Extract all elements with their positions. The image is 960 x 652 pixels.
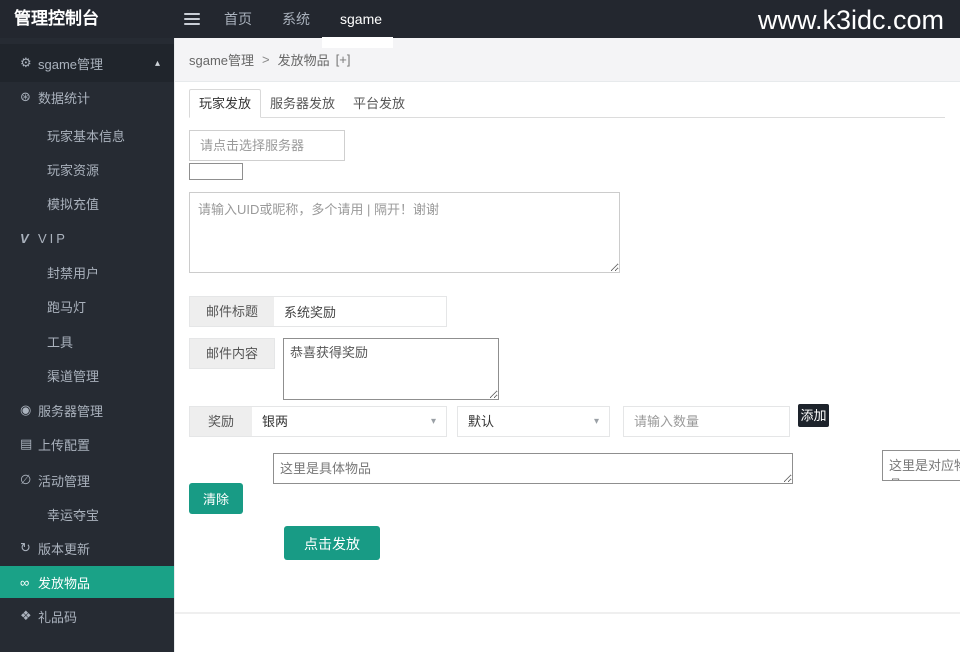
mail-title-input[interactable] xyxy=(274,296,447,327)
sidebar-item-data-stats[interactable]: ⊛ 数据统计 xyxy=(0,80,174,114)
sidebar-item-lucky-treasure[interactable]: 幸运夺宝 xyxy=(0,497,174,531)
sidebar-item-channel-manage[interactable]: 渠道管理 xyxy=(0,358,174,392)
top-navigation: 首页 系统 sgame xyxy=(184,0,412,38)
sidebar-item-upload-config[interactable]: ▤ 上传配置 xyxy=(0,427,174,461)
breadcrumb: sgame管理 > 发放物品 [+] xyxy=(175,38,960,82)
reward-type-value: 银两 xyxy=(262,414,289,429)
topnav-item-home[interactable]: 首页 xyxy=(224,9,252,29)
link-icon: ∞ xyxy=(20,574,30,590)
sidebar-item-ban-users[interactable]: 封禁用户 xyxy=(0,255,174,289)
sidebar-item-server-manage[interactable]: ◉ 服务器管理 xyxy=(0,393,174,427)
sidebar-item-gift-code[interactable]: ❖ 礼品码 xyxy=(0,600,174,632)
mini-input[interactable] xyxy=(189,163,243,180)
watermark-text: www.k3idc.com xyxy=(757,5,944,35)
mapped-items-textarea[interactable] xyxy=(882,450,960,481)
stats-icon: ⊛ xyxy=(20,89,31,104)
sidebar: ⚙ sgame管理 ▴ ⊛ 数据统计 玩家基本信息 玩家资源 模拟充值 V VI… xyxy=(0,38,174,652)
mail-content-textarea[interactable]: 恭喜获得奖励 xyxy=(283,338,499,400)
active-nav-indicator xyxy=(322,37,393,48)
quantity-input[interactable] xyxy=(623,406,790,437)
chevron-down-icon: ▾ xyxy=(593,416,599,427)
reward-sub-value: 默认 xyxy=(468,414,495,429)
chevron-down-icon: ▾ xyxy=(430,416,436,427)
tab-player-issue[interactable]: 玩家发放 xyxy=(189,89,262,118)
chevron-up-icon: ▴ xyxy=(154,57,160,69)
breadcrumb-separator: > xyxy=(262,52,270,67)
sidebar-item-issue-items[interactable]: ∞ 发放物品 xyxy=(0,566,174,598)
sidebar-section-sgame-manage[interactable]: ⚙ sgame管理 ▴ xyxy=(0,44,174,82)
server-select-input[interactable] xyxy=(189,130,345,161)
refresh-icon: ↻ xyxy=(20,540,31,555)
mail-content-label: 邮件内容 xyxy=(189,338,275,369)
app-logo: 管理控制台 xyxy=(14,9,99,28)
admin-console-screen: 管理控制台 首页 系统 sgame www.k3idc.com ⚙ sgame管… xyxy=(0,0,960,652)
uid-textarea[interactable] xyxy=(189,192,620,273)
vip-icon: V xyxy=(20,230,29,246)
breadcrumb-add-button[interactable]: [+] xyxy=(336,52,351,67)
reward-sub-select[interactable]: 默认 ▾ xyxy=(457,406,610,437)
gear-icon: ⚙ xyxy=(20,55,32,70)
gift-icon: ❖ xyxy=(20,608,32,623)
tab-platform-issue[interactable]: 平台发放 xyxy=(344,90,414,117)
topbar: 管理控制台 首页 系统 sgame www.k3idc.com xyxy=(0,0,960,38)
sidebar-item-version-update[interactable]: ↻ 版本更新 xyxy=(0,531,174,565)
tab-bar: 玩家发放 服务器发放 平台发放 xyxy=(189,89,945,118)
reward-type-select[interactable]: 银两 ▾ xyxy=(252,406,447,437)
reward-label: 奖励 xyxy=(189,406,253,437)
breadcrumb-parent[interactable]: sgame管理 xyxy=(189,50,254,69)
clear-button[interactable]: 清除 xyxy=(189,483,243,514)
activity-icon: ∅ xyxy=(20,472,32,487)
folder-icon: ▤ xyxy=(20,436,33,451)
topnav-item-system[interactable]: 系统 xyxy=(282,9,310,29)
content-bottom-border xyxy=(175,612,960,614)
topnav-item-sgame[interactable]: sgame xyxy=(340,11,382,27)
sidebar-item-activity-manage[interactable]: ∅ 活动管理 xyxy=(0,463,174,497)
tab-server-issue[interactable]: 服务器发放 xyxy=(261,90,344,117)
mail-title-label: 邮件标题 xyxy=(189,296,275,327)
sidebar-item-tools[interactable]: 工具 xyxy=(0,324,174,358)
submit-issue-button[interactable]: 点击发放 xyxy=(284,526,380,560)
server-icon: ◉ xyxy=(20,402,32,417)
sidebar-item-simulate-recharge[interactable]: 模拟充值 xyxy=(0,186,174,220)
items-textarea[interactable] xyxy=(273,453,793,484)
content-divider xyxy=(174,38,175,652)
sidebar-item-marquee[interactable]: 跑马灯 xyxy=(0,289,174,323)
breadcrumb-current: 发放物品 xyxy=(277,53,330,68)
sidebar-item-player-basic-info[interactable]: 玩家基本信息 xyxy=(0,118,174,152)
sidebar-item-vip[interactable]: V VIP xyxy=(0,221,174,255)
sidebar-item-player-resources[interactable]: 玩家资源 xyxy=(0,152,174,186)
add-button[interactable]: 添加 xyxy=(798,404,829,427)
menu-toggle-icon[interactable] xyxy=(184,13,200,25)
